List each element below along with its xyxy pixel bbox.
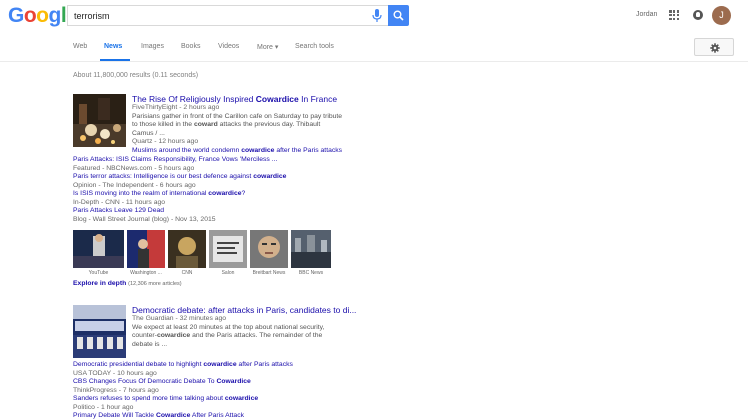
related-article-link[interactable]: Democratic presidential debate to highli…: [73, 361, 293, 370]
related-article-link[interactable]: Paris terror attacks: Intelligence is ou…: [73, 173, 286, 182]
logo-letter: g: [48, 4, 62, 27]
story-source: The Guardian - 32 minutes ago: [132, 315, 227, 322]
notifications-icon[interactable]: [693, 10, 703, 20]
strip-image-bbc[interactable]: [291, 230, 331, 268]
search-input[interactable]: [68, 6, 358, 26]
strip-caption: BBC News: [298, 270, 324, 276]
user-name[interactable]: Jordan: [636, 11, 657, 18]
related-source: Quartz - 12 hours ago: [132, 138, 199, 145]
story-snippet-line: counter-cowardice and the Paris attacks.…: [132, 332, 323, 339]
related-source: Opinion - The Independent - 6 hours ago: [73, 181, 196, 189]
result-stats: About 11,800,000 results (0.11 seconds): [73, 72, 199, 79]
strip-image-youtube[interactable]: [73, 230, 124, 268]
logo-letter: o: [23, 4, 37, 27]
search-tabs: Web News Images Books Videos More ▾ Sear…: [0, 32, 748, 62]
story-snippet-line: to those killed in the coward attacks th…: [132, 121, 321, 128]
strip-image-cnn[interactable]: [168, 230, 206, 268]
tab-search-tools[interactable]: Search tools: [295, 43, 334, 50]
tab-more[interactable]: More ▾: [257, 43, 278, 51]
strip-caption: Salon: [221, 270, 235, 276]
logo-letter: G: [8, 4, 24, 27]
related-source: In-Depth - CNN - 11 hours ago: [73, 198, 166, 206]
strip-caption: Washington ...: [130, 270, 162, 276]
story-thumbnail[interactable]: [73, 94, 126, 147]
tab-news[interactable]: News: [104, 43, 122, 50]
strip-caption: Breitbart News: [252, 270, 286, 276]
related-article-link[interactable]: Muslims around the world condemn cowardi…: [132, 147, 342, 156]
related-source: Featured - NBCNews.com - 5 hours ago: [73, 164, 195, 172]
strip-image-washington[interactable]: [127, 230, 165, 268]
search-button[interactable]: [388, 5, 409, 26]
related-article-link[interactable]: Primary Debate Will Tackle Cowardice Aft…: [73, 412, 244, 420]
related-article-link[interactable]: Sanders refuses to spend more time talki…: [73, 395, 258, 404]
related-article-link[interactable]: Is ISIS moving into the realm of interna…: [73, 190, 245, 199]
story-snippet-line: Parisians gather in front of the Carillo…: [132, 112, 343, 120]
story-snippet-line: debate is ...: [132, 340, 168, 348]
strip-caption: CNN: [181, 270, 193, 276]
strip-caption: YouTube: [88, 270, 109, 276]
top-bar: Google Jordan J: [0, 0, 748, 32]
related-source: ThinkProgress - 7 hours ago: [73, 386, 159, 394]
related-article-link[interactable]: Paris Attacks Leave 129 Dead: [73, 207, 164, 216]
explore-in-depth-link[interactable]: Explore in depth: [73, 280, 126, 287]
search-box[interactable]: [67, 5, 388, 26]
avatar[interactable]: J: [712, 6, 731, 25]
tab-web[interactable]: Web: [73, 43, 87, 50]
tab-images[interactable]: Images: [141, 43, 164, 50]
news-story-cluster: Democratic debate: after attacks in Pari…: [73, 305, 433, 420]
related-source: Blog - Wall Street Journal (blog) - Nov …: [73, 215, 216, 223]
story-source: FiveThirtyEight - 2 hours ago: [132, 104, 220, 111]
settings-button[interactable]: [694, 38, 734, 56]
related-article-link[interactable]: Paris Attacks: ISIS Claims Responsibilit…: [73, 156, 277, 165]
gear-icon: [710, 43, 720, 53]
tab-videos[interactable]: Videos: [218, 43, 239, 50]
microphone-icon[interactable]: [370, 8, 384, 24]
related-source: USA TODAY - 10 hours ago: [73, 369, 157, 377]
search-icon: [393, 10, 404, 21]
related-source: Politico - 1 hour ago: [73, 403, 134, 411]
news-story-cluster: The Rise Of Religiously Inspired Cowardi…: [73, 94, 433, 294]
story-thumbnail[interactable]: [73, 305, 126, 358]
strip-image-breitbart[interactable]: [250, 230, 288, 268]
active-tab-indicator: [100, 59, 130, 61]
story-snippet-line: We expect at least 20 minutes at the top…: [132, 323, 325, 331]
strip-image-salon[interactable]: [209, 230, 247, 268]
explore-article-count: (12,306 more articles): [128, 281, 182, 287]
logo-letter: o: [36, 4, 49, 27]
story-snippet-line: Camus / ...: [132, 129, 165, 137]
apps-grid-icon[interactable]: [669, 10, 679, 20]
related-article-link[interactable]: CBS Changes Focus Of Democratic Debate T…: [73, 378, 251, 387]
tab-books[interactable]: Books: [181, 43, 200, 50]
explore-in-depth: Explore in depth (12,306 more articles): [73, 280, 182, 287]
